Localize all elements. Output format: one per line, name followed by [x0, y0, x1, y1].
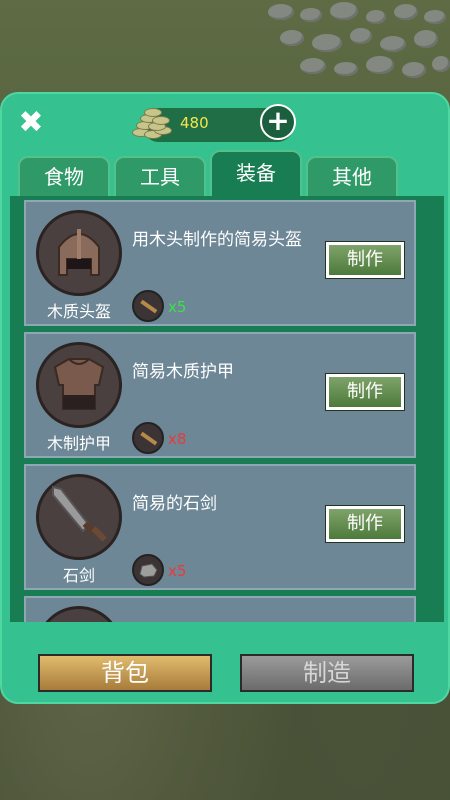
craft-button[interactable]: 制作 [325, 241, 405, 279]
wood-stick-icon [132, 422, 164, 454]
item-icon [36, 606, 122, 622]
material-quantity: x5 [168, 298, 187, 316]
stone-sword-icon [36, 474, 122, 560]
add-currency-button[interactable]: + [260, 104, 296, 140]
recipe-card: 木质头盔 用木头制作的简易头盔 x5 制作 [24, 200, 416, 326]
tab-tools[interactable]: 工具 [114, 156, 206, 196]
item-description: 用木头制作的简易头盔 [132, 230, 302, 250]
craft-button[interactable]: 制作 [325, 373, 405, 411]
tab-food[interactable]: 食物 [18, 156, 110, 196]
coin-stack-icon [130, 106, 174, 142]
item-name: 木制护甲 [46, 434, 111, 453]
wooden-helmet-icon [36, 210, 122, 296]
material-quantity: x8 [168, 430, 187, 448]
craft-button[interactable]: 制作 [325, 505, 405, 543]
wood-stick-icon [132, 290, 164, 322]
item-name: 石剑 [62, 566, 95, 585]
stone-icon [132, 554, 164, 586]
item-description: 简易木质护甲 [132, 362, 234, 382]
crafting-panel: ✖ 480 + 食物 工具 装备 其他 木质头盔 用木头制作的简易头盔 x5 制… [0, 92, 450, 704]
make-button[interactable]: 制造 [240, 654, 414, 692]
recipe-card-partial [24, 596, 416, 622]
wooden-armor-icon [36, 342, 122, 428]
close-icon[interactable]: ✖ [16, 108, 46, 138]
recipe-card: 木制护甲 简易木质护甲 x8 制作 [24, 332, 416, 458]
bag-button[interactable]: 背包 [38, 654, 212, 692]
recipe-list[interactable]: 木质头盔 用木头制作的简易头盔 x5 制作 木制护甲 简易木质护甲 x8 制作 … [10, 196, 444, 622]
currency-amount: 480 [180, 114, 209, 132]
item-description: 简易的石剑 [132, 494, 217, 514]
material-quantity: x5 [168, 562, 187, 580]
tab-equipment[interactable]: 装备 [210, 150, 302, 196]
tab-other[interactable]: 其他 [306, 156, 398, 196]
item-name: 木质头盔 [46, 302, 111, 321]
recipe-card: 石剑 简易的石剑 x5 制作 [24, 464, 416, 590]
